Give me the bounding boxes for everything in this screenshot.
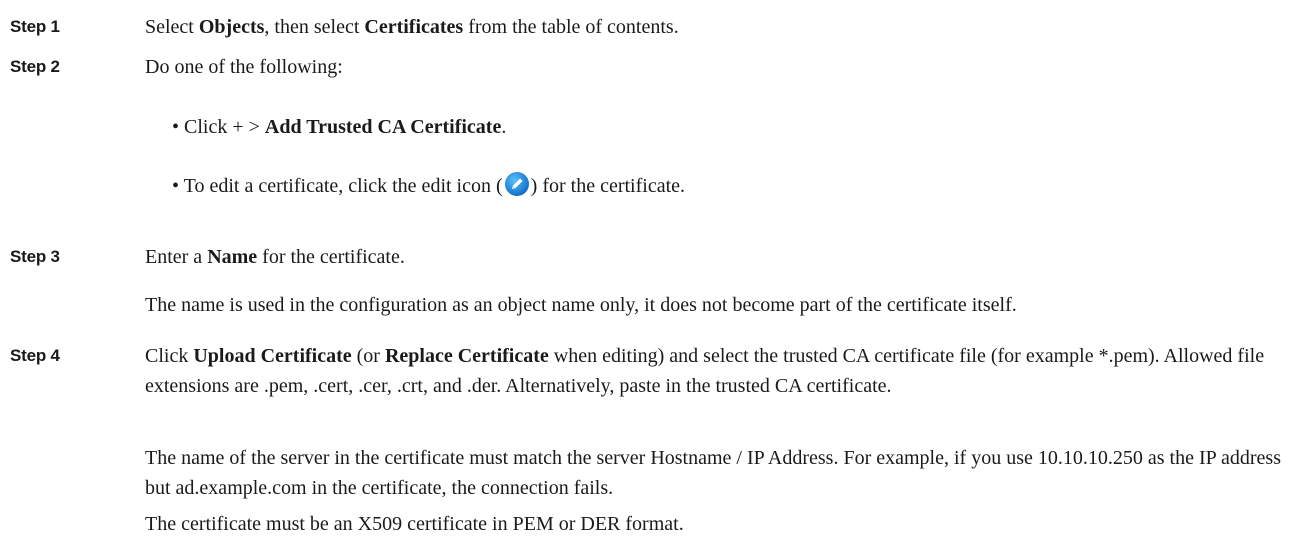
- step-2-bullet-add: • Click + > Add Trusted CA Certificate.: [172, 112, 1292, 142]
- text-run: (or: [351, 345, 385, 367]
- text-run: from the table of contents.: [463, 16, 679, 38]
- text-run: .: [501, 116, 507, 138]
- text-run: , then select: [264, 16, 365, 38]
- step-3-label: Step 3: [10, 247, 60, 266]
- text-run: for the certificate.: [257, 246, 405, 268]
- step-4-note-hostname: The name of the server in the certificat…: [145, 447, 1281, 499]
- text-run: Select: [145, 16, 199, 38]
- step-2-label: Step 2: [10, 57, 60, 76]
- step-2-bullet-edit: • To edit a certificate, click the edit …: [172, 171, 1292, 201]
- step-2-intro: Do one of the following:: [145, 56, 343, 78]
- text-run: ) for the certificate.: [530, 175, 686, 197]
- edit-icon: [504, 172, 529, 196]
- bold-term-certificates: Certificates: [364, 16, 464, 38]
- text-run: • To edit a certificate, click the edit …: [172, 175, 503, 197]
- bold-term-add-trusted-ca: Add Trusted CA Certificate: [264, 116, 502, 138]
- step-1-label: Step 1: [10, 17, 60, 36]
- step-4-label: Step 4: [10, 346, 60, 365]
- text-run: • Click + >: [172, 116, 265, 138]
- text-run: Click: [145, 345, 194, 367]
- text-run: Enter a: [145, 246, 208, 268]
- step-4-note-format: The certificate must be an X509 certific…: [145, 513, 684, 535]
- bold-term-upload-certificate: Upload Certificate: [193, 345, 352, 367]
- step-3-text: Enter a Name for the certificate.: [145, 242, 1300, 272]
- bold-term-objects: Objects: [198, 16, 265, 38]
- step-3-note: The name is used in the configuration as…: [145, 294, 1017, 316]
- bold-term-name: Name: [207, 246, 258, 268]
- step-1-text: Select Objects, then select Certificates…: [145, 12, 1300, 42]
- bold-term-replace-certificate: Replace Certificate: [384, 345, 549, 367]
- step-4-text: Click Upload Certificate (or Replace Cer…: [145, 341, 1300, 401]
